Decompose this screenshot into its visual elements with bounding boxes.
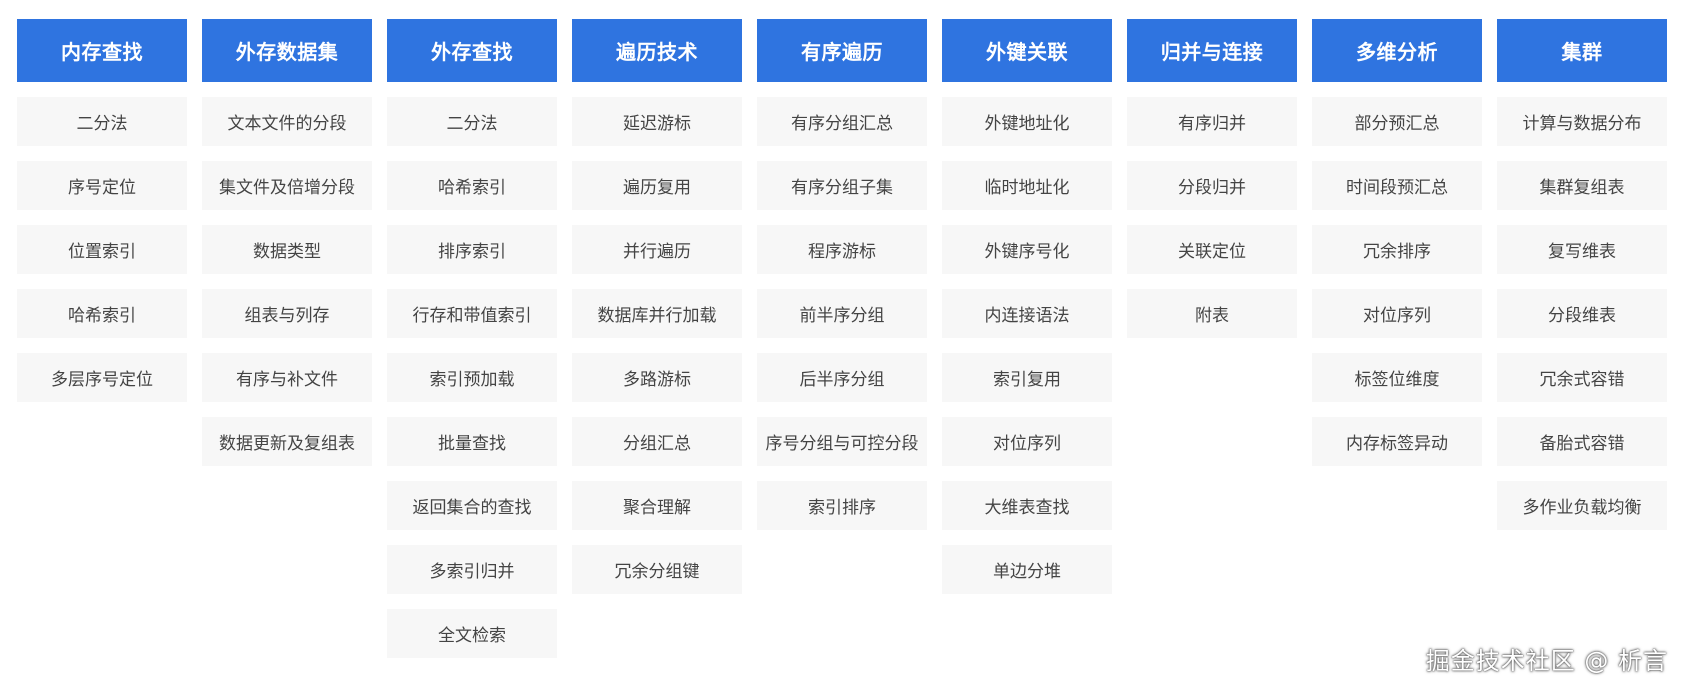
column-header: 外存数据集 (202, 19, 372, 82)
topic-item: 关联定位 (1127, 225, 1297, 274)
topic-item: 分段维表 (1497, 289, 1667, 338)
topic-item: 延迟游标 (572, 97, 742, 146)
topic-item: 后半序分组 (757, 353, 927, 402)
column-item-list: 计算与数据分布 集群复组表复写维表分段维表冗余式容错备胎式容错多作业负载均衡 (1497, 97, 1667, 530)
topic-item: 多作业负载均衡 (1497, 481, 1667, 530)
column-item-list: 有序分组汇总 有序分组子集 程序游标前半序分组后半序分组序号分组与可控分段 索引排序 (757, 97, 927, 530)
topic-item: 行存和带值索引 (387, 289, 557, 338)
topic-item: 前半序分组 (757, 289, 927, 338)
topic-item: 多索引归并 (387, 545, 557, 594)
topic-item: 有序分组子集 (757, 161, 927, 210)
topic-item: 序号定位 (17, 161, 187, 210)
topic-item: 程序游标 (757, 225, 927, 274)
column-multidim: 多维分析部分预汇总时间段预汇总 冗余排序对位序列标签位维度内存标签异动 (1312, 19, 1482, 658)
column-memory-lookup: 内存查找二分法序号定位位置索引哈希索引多层序号定位 (17, 19, 187, 658)
topic-item: 二分法 (17, 97, 187, 146)
topic-item: 数据更新及复组表 (202, 417, 372, 466)
topic-item: 集文件及倍增分段 (202, 161, 372, 210)
topic-item: 外键地址化 (942, 97, 1112, 146)
topic-item: 集群复组表 (1497, 161, 1667, 210)
topic-item: 有序与补文件 (202, 353, 372, 402)
topic-item: 批量查找 (387, 417, 557, 466)
column-header: 多维分析 (1312, 19, 1482, 82)
topic-item: 分段归并 (1127, 161, 1297, 210)
topic-item: 时间段预汇总 (1312, 161, 1482, 210)
column-header: 内存查找 (17, 19, 187, 82)
topic-item: 序号分组与可控分段 (757, 417, 927, 466)
topic-item: 分组汇总 (572, 417, 742, 466)
column-header: 外存查找 (387, 19, 557, 82)
column-item-list: 外键地址化临时地址化外键序号化内连接语法索引复用对位序列大维表查找单边分堆 (942, 97, 1112, 594)
topic-item: 内连接语法 (942, 289, 1112, 338)
topic-item: 冗余分组键 (572, 545, 742, 594)
topic-item: 复写维表 (1497, 225, 1667, 274)
topic-item: 外键序号化 (942, 225, 1112, 274)
topic-item: 计算与数据分布 (1497, 97, 1667, 146)
topic-item: 全文检索 (387, 609, 557, 658)
topic-item: 冗余式容错 (1497, 353, 1667, 402)
topic-item: 有序归并 (1127, 97, 1297, 146)
topic-item: 对位序列 (942, 417, 1112, 466)
watermark: 掘金技术社区 @ 析言 (1425, 647, 1668, 675)
topic-item: 并行遍历 (572, 225, 742, 274)
column-header: 遍历技术 (572, 19, 742, 82)
topic-item: 多路游标 (572, 353, 742, 402)
column-foreign-key: 外键关联外键地址化临时地址化外键序号化内连接语法索引复用对位序列大维表查找单边分… (942, 19, 1112, 658)
column-external-lookup: 外存查找二分法哈希索引排序索引行存和带值索引 索引预加载批量查找返回集合的查找 多索… (387, 19, 557, 658)
column-merge-join: 归并与连接有序归并分段归并关联定位附表 (1127, 19, 1297, 658)
topic-item: 部分预汇总 (1312, 97, 1482, 146)
topic-item: 附表 (1127, 289, 1297, 338)
topic-item: 临时地址化 (942, 161, 1112, 210)
topic-item: 返回集合的查找 (387, 481, 557, 530)
column-item-list: 文本文件的分段 集文件及倍增分段 数据类型组表与列存有序与补文件 数据更新及复组表 (202, 97, 372, 466)
column-header: 有序遍历 (757, 19, 927, 82)
topic-item: 遍历复用 (572, 161, 742, 210)
column-item-list: 部分预汇总时间段预汇总 冗余排序对位序列标签位维度内存标签异动 (1312, 97, 1482, 466)
topic-board: 内存查找 二分法 序号定位 位置索引 哈希索引 多层序号定位 外存数据集 文本文件的分段 集文件… (17, 19, 1667, 658)
column-header: 集群 (1497, 19, 1667, 82)
topic-item: 文本文件的分段 (202, 97, 372, 146)
column-header: 归并与连接 (1127, 19, 1297, 82)
topic-item: 对位序列 (1312, 289, 1482, 338)
topic-item: 备胎式容错 (1497, 417, 1667, 466)
topic-item: 标签位维度 (1312, 353, 1482, 402)
topic-item: 多层序号定位 (17, 353, 187, 402)
topic-item: 索引排序 (757, 481, 927, 530)
column-item-list: 有序归并分段归并关联定位附表 (1127, 97, 1297, 338)
topic-item: 冗余排序 (1312, 225, 1482, 274)
topic-item: 排序索引 (387, 225, 557, 274)
topic-item: 哈希索引 (387, 161, 557, 210)
topic-item: 哈希索引 (17, 289, 187, 338)
topic-item: 有序分组汇总 (757, 97, 927, 146)
topic-item: 数据类型 (202, 225, 372, 274)
column-item-list: 二分法哈希索引排序索引行存和带值索引 索引预加载批量查找返回集合的查找 多索引归并全… (387, 97, 557, 658)
column-item-list: 延迟游标遍历复用并行遍历数据库并行加载 多路游标分组汇总聚合理解冗余分组键 (572, 97, 742, 594)
column-header: 外键关联 (942, 19, 1112, 82)
topic-item: 聚合理解 (572, 481, 742, 530)
column-traversal: 遍历技术延迟游标遍历复用并行遍历数据库并行加载 多路游标分组汇总聚合理解冗余分组键 (572, 19, 742, 658)
topic-item: 单边分堆 (942, 545, 1112, 594)
topic-item: 二分法 (387, 97, 557, 146)
topic-item: 内存标签异动 (1312, 417, 1482, 466)
column-item-list: 二分法序号定位位置索引哈希索引多层序号定位 (17, 97, 187, 402)
topic-item: 位置索引 (17, 225, 187, 274)
column-cluster: 集群计算与数据分布 集群复组表复写维表分段维表冗余式容错备胎式容错多作业负载均衡 (1497, 19, 1667, 658)
topic-item: 组表与列存 (202, 289, 372, 338)
column-ordered-traversal: 有序遍历有序分组汇总 有序分组子集 程序游标前半序分组后半序分组序号分组与可控分段索… (757, 19, 927, 658)
topic-item: 大维表查找 (942, 481, 1112, 530)
topic-item: 索引复用 (942, 353, 1112, 402)
topic-item: 索引预加载 (387, 353, 557, 402)
column-external-datasets: 外存数据集文本文件的分段 集文件及倍增分段 数据类型组表与列存有序与补文件 数据更新及… (202, 19, 372, 658)
topic-item: 数据库并行加载 (572, 289, 742, 338)
